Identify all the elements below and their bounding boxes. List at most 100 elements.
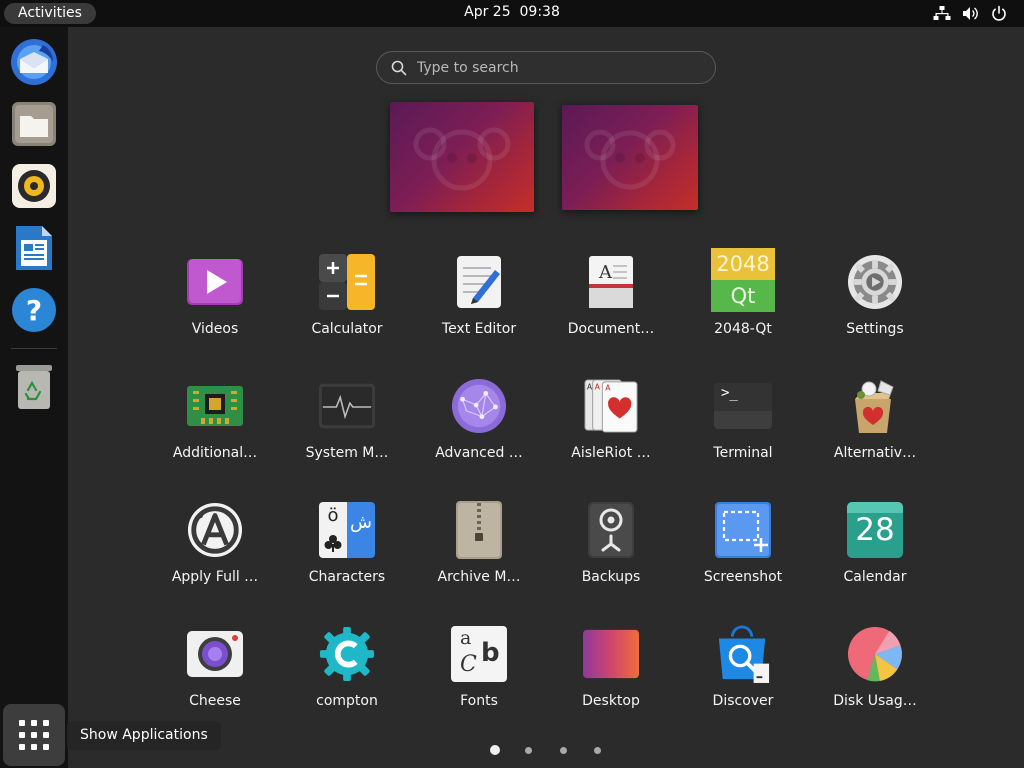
app-grid-icon bbox=[19, 720, 49, 750]
calendar-icon-day: 28 bbox=[855, 512, 895, 548]
app-videos[interactable]: Videos bbox=[149, 242, 281, 366]
desktop-icon bbox=[583, 626, 639, 682]
dock-separator bbox=[11, 348, 57, 349]
compton-icon bbox=[319, 626, 375, 682]
app-label: Desktop bbox=[582, 693, 640, 709]
app-calendar[interactable]: 28 Calendar bbox=[809, 490, 941, 614]
app-disk-usage[interactable]: Disk Usag… bbox=[809, 614, 941, 738]
app-label: Calendar bbox=[843, 569, 907, 585]
page-dot-1[interactable] bbox=[490, 745, 500, 755]
app-label: Discover bbox=[712, 693, 774, 709]
app-compton[interactable]: compton bbox=[281, 614, 413, 738]
volume-icon[interactable] bbox=[962, 5, 980, 22]
settings-icon bbox=[847, 254, 903, 310]
app-label: Additional… bbox=[172, 445, 258, 461]
advanced-network-icon bbox=[451, 378, 507, 434]
files-icon bbox=[12, 102, 56, 146]
app-label: Disk Usag… bbox=[833, 693, 917, 709]
calendar-icon: 28 bbox=[847, 502, 903, 558]
wallpaper-mascot-image bbox=[584, 129, 676, 190]
app-label: AisleRiot … bbox=[571, 445, 651, 461]
fonts-icon: a b C bbox=[451, 626, 507, 682]
terminal-icon: >_ bbox=[714, 378, 772, 434]
characters-icon-latin: ö bbox=[327, 505, 339, 526]
dock-item-help[interactable]: ? bbox=[8, 284, 60, 336]
system-monitor-icon bbox=[319, 378, 375, 434]
page-dot-3[interactable] bbox=[560, 747, 567, 754]
discover-icon bbox=[715, 625, 771, 683]
app-label: Terminal bbox=[713, 445, 773, 461]
search-bar[interactable] bbox=[376, 51, 716, 84]
app-cheese[interactable]: Cheese bbox=[149, 614, 281, 738]
workspace-thumbnail-1[interactable] bbox=[390, 102, 534, 212]
app-advanced-network[interactable]: Advanced … bbox=[413, 366, 545, 490]
app-screenshot[interactable]: Screenshot bbox=[677, 490, 809, 614]
app-label: 2048-Qt bbox=[714, 321, 772, 337]
app-fonts[interactable]: a b C Fonts bbox=[413, 614, 545, 738]
search-icon bbox=[391, 60, 407, 76]
help-icon: ? bbox=[12, 288, 56, 332]
app-label: Cheese bbox=[189, 693, 241, 709]
document-viewer-icon: A bbox=[583, 254, 639, 310]
archive-manager-icon bbox=[451, 501, 507, 559]
alternatives-icon bbox=[847, 378, 903, 434]
app-backups[interactable]: Backups bbox=[545, 490, 677, 614]
trash-icon bbox=[16, 365, 52, 409]
app-label: Calculator bbox=[311, 321, 383, 337]
svg-text:?: ? bbox=[26, 294, 42, 327]
app-calculator[interactable]: Calculator bbox=[281, 242, 413, 366]
dock-item-trash[interactable] bbox=[8, 361, 60, 413]
dock-item-writer[interactable] bbox=[8, 222, 60, 274]
app-desktop[interactable]: Desktop bbox=[545, 614, 677, 738]
screenshot-icon bbox=[715, 502, 771, 558]
app-system-monitor[interactable]: System M… bbox=[281, 366, 413, 490]
dock: ? bbox=[0, 27, 68, 768]
app-aisleriot[interactable]: AAA AisleRiot … bbox=[545, 366, 677, 490]
page-dot-2[interactable] bbox=[525, 747, 532, 754]
app-apply-full-upgrade[interactable]: Apply Full … bbox=[149, 490, 281, 614]
network-icon[interactable] bbox=[933, 5, 951, 22]
app-additional-drivers[interactable]: Additional… bbox=[149, 366, 281, 490]
app-alternatives[interactable]: Alternativ… bbox=[809, 366, 941, 490]
fonts-icon-letter-b: b bbox=[481, 638, 500, 668]
app-label: Characters bbox=[308, 569, 386, 585]
dock-item-rhythmbox[interactable] bbox=[8, 160, 60, 212]
app-label: Alternativ… bbox=[833, 445, 917, 461]
app-text-editor[interactable]: Text Editor bbox=[413, 242, 545, 366]
clock-button[interactable]: Apr 25 09:38 bbox=[464, 4, 560, 20]
fonts-icon-letter-c: C bbox=[460, 652, 477, 677]
app-terminal[interactable]: >_ Terminal bbox=[677, 366, 809, 490]
show-applications-button[interactable] bbox=[3, 704, 65, 766]
calculator-icon bbox=[319, 254, 375, 310]
fonts-icon-letter-a: a bbox=[460, 627, 472, 649]
app-label: Fonts bbox=[460, 693, 498, 709]
app-settings[interactable]: Settings bbox=[809, 242, 941, 366]
app-label: Screenshot bbox=[703, 569, 783, 585]
characters-icon: ö ش bbox=[319, 502, 375, 558]
workspace-thumbnail-2[interactable] bbox=[562, 105, 698, 210]
app-label: Archive M… bbox=[437, 569, 521, 585]
app-2048-qt[interactable]: 2048 Qt 2048-Qt bbox=[677, 242, 809, 366]
svg-text:A: A bbox=[605, 384, 611, 393]
app-archive-manager[interactable]: Archive M… bbox=[413, 490, 545, 614]
clock: Apr 25 09:38 bbox=[0, 4, 1024, 20]
top-bar: Activities Apr 25 09:38 bbox=[0, 0, 1024, 27]
clock-date: Apr 25 bbox=[464, 4, 511, 20]
game-2048-icon-top-text: 2048 bbox=[711, 248, 775, 280]
power-icon[interactable] bbox=[990, 5, 1008, 22]
additional-drivers-icon bbox=[187, 378, 243, 434]
app-label: Videos bbox=[191, 321, 239, 337]
aisleriot-cards-icon: AAA bbox=[583, 378, 639, 434]
dock-item-files[interactable] bbox=[8, 98, 60, 150]
characters-icon-arabic: ش bbox=[350, 512, 372, 533]
app-discover[interactable]: Discover bbox=[677, 614, 809, 738]
page-dot-4[interactable] bbox=[594, 747, 601, 754]
app-document-viewer[interactable]: A Document… bbox=[545, 242, 677, 366]
disk-usage-icon bbox=[847, 626, 903, 682]
terminal-icon-prompt: >_ bbox=[721, 385, 738, 401]
search-input[interactable] bbox=[417, 58, 697, 78]
activities-button[interactable]: Activities bbox=[4, 3, 96, 24]
dock-item-thunderbird[interactable] bbox=[8, 36, 60, 88]
app-characters[interactable]: ö ش Characters bbox=[281, 490, 413, 614]
app-label: Settings bbox=[846, 321, 904, 337]
